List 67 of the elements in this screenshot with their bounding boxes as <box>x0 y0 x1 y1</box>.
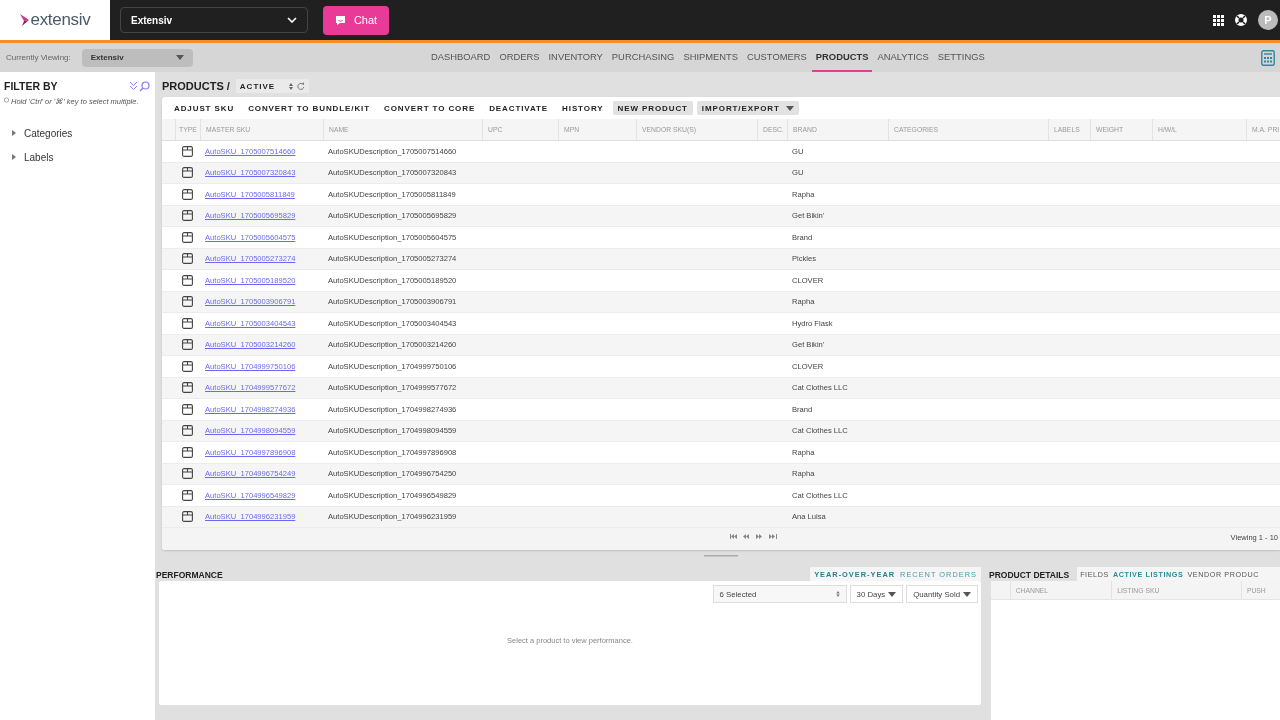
first-page-icon[interactable] <box>730 534 738 539</box>
package-icon <box>182 296 193 308</box>
package-icon <box>182 468 193 480</box>
apps-grid-icon[interactable] <box>1213 14 1224 26</box>
nav-tab[interactable]: INVENTORY <box>544 43 607 72</box>
nav-tab[interactable]: PURCHASING <box>607 43 679 72</box>
package-icon <box>182 403 193 415</box>
nav-tab[interactable]: SETTINGS <box>933 43 989 72</box>
package-icon <box>182 489 193 501</box>
filter-item[interactable]: Categories <box>0 121 155 145</box>
package-icon <box>182 274 193 286</box>
nav-tab[interactable]: ORDERS <box>495 43 544 72</box>
package-icon <box>182 446 193 458</box>
nav-tab[interactable]: SHIPMENTS <box>679 43 743 72</box>
nav-tab[interactable]: PRODUCTS <box>811 43 873 72</box>
next-page-icon[interactable] <box>756 534 764 539</box>
package-icon <box>182 317 193 329</box>
package-icon <box>182 425 193 437</box>
caret-icon <box>963 591 971 597</box>
previous-page-icon[interactable] <box>743 534 751 539</box>
nav-tab[interactable]: CUSTOMERS <box>743 43 811 72</box>
caret-icon <box>888 591 897 597</box>
package-icon <box>182 188 193 200</box>
search-icon[interactable] <box>139 80 150 92</box>
toolbar-button[interactable]: IMPORT/EXPORT <box>696 101 799 115</box>
package-icon <box>182 382 193 394</box>
caret-icon <box>785 105 794 111</box>
help-lifebuoy-icon[interactable] <box>1234 13 1248 27</box>
chat-icon <box>334 14 346 26</box>
package-icon <box>182 210 193 222</box>
sort-arrows-icon <box>835 591 840 597</box>
package-icon <box>182 511 193 523</box>
toolbar-button[interactable]: HISTORY <box>557 101 609 115</box>
status-dropdown[interactable]: ACTIVE <box>235 79 309 93</box>
last-page-icon[interactable] <box>769 534 777 539</box>
viewing-dropdown[interactable]: Extensiv <box>81 48 193 67</box>
package-icon <box>182 339 193 351</box>
nav-tab[interactable]: DASHBOARD <box>427 43 495 72</box>
package-icon <box>182 231 193 243</box>
sort-arrows-icon <box>288 82 293 90</box>
logo-text: extensiv <box>30 10 91 30</box>
toolbar-button[interactable]: CONVERT TO BUNDLE/KIT <box>243 101 375 115</box>
package-icon <box>182 145 193 157</box>
toolbar-button[interactable]: CONVERT TO CORE <box>379 101 481 115</box>
filter-item[interactable]: Labels <box>0 145 155 169</box>
caret-icon <box>175 55 184 60</box>
calculator-icon[interactable] <box>1261 49 1275 66</box>
info-icon <box>4 97 9 103</box>
package-icon <box>182 167 193 179</box>
page-title: PRODUCTS / <box>162 80 230 92</box>
resize-handle[interactable] <box>704 555 738 558</box>
package-icon <box>182 253 193 265</box>
refresh-icon[interactable] <box>296 82 305 90</box>
viewing-label: Currently Viewing: <box>6 53 71 62</box>
toolbar-button[interactable]: ADJUST SKU <box>169 101 240 115</box>
section-title: PERFORMANCE <box>156 570 223 580</box>
toolbar-button[interactable]: NEW PRODUCT <box>612 101 693 115</box>
section-title: PRODUCT DETAILS <box>989 570 1070 580</box>
account-dropdown[interactable]: Extensiv <box>120 7 308 33</box>
chevron-down-icon <box>287 17 297 23</box>
toolbar-button[interactable]: DEACTIVATE <box>484 101 554 115</box>
logo-mark-icon <box>19 14 30 26</box>
collapse-all-icon[interactable] <box>129 80 138 91</box>
package-icon <box>182 360 193 372</box>
nav-tab[interactable]: ANALYTICS <box>873 43 933 72</box>
chat-button[interactable]: Chat <box>323 5 389 35</box>
sidebar-title: FILTER BY <box>4 80 58 92</box>
